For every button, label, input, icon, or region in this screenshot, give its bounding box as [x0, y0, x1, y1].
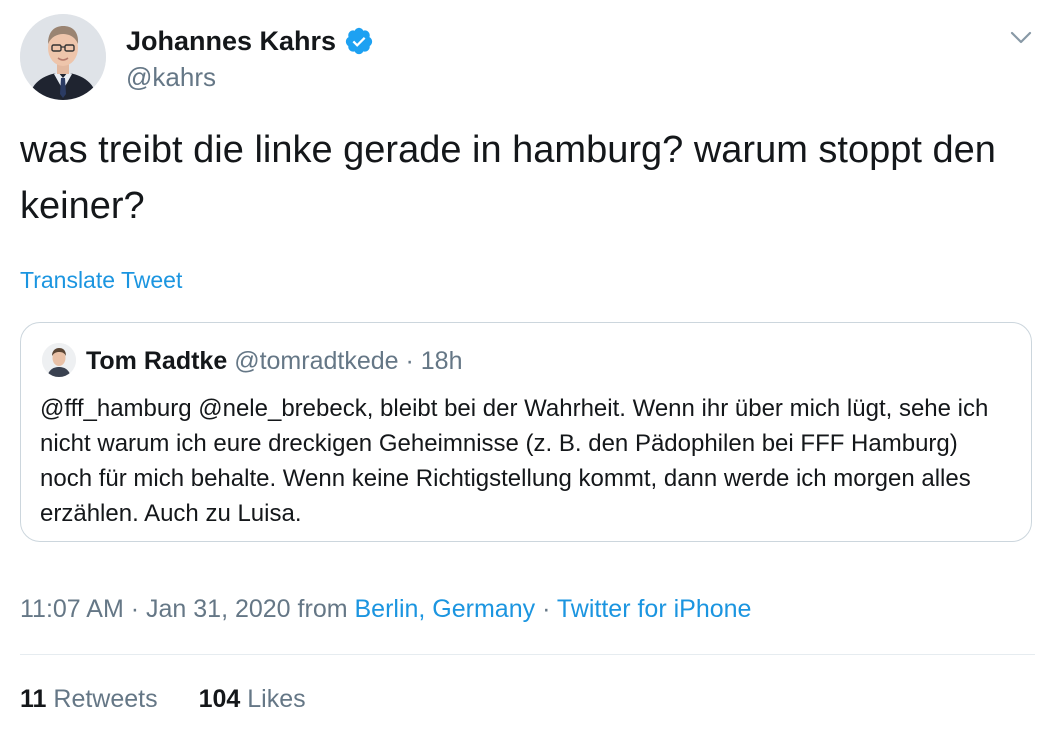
quoted-author-handle: @tomradtkede — [234, 347, 399, 375]
location-link[interactable]: Berlin, Germany — [355, 595, 536, 623]
meta-separator: · — [130, 595, 140, 623]
likes-stat[interactable]: 104 Likes — [199, 683, 306, 715]
retweets-count: 11 — [20, 685, 47, 713]
quoted-tweet-text: @fff_hamburg @nele_brebeck, bleibt bei d… — [40, 395, 989, 527]
retweets-stat[interactable]: 11 Retweets — [20, 683, 158, 715]
author-name-text[interactable]: Johannes Kahrs — [126, 24, 336, 58]
quoted-author-avatar — [42, 343, 76, 377]
chevron-down-icon[interactable] — [1008, 26, 1034, 48]
tweet-text: was treibt die linke gerade in hamburg? … — [20, 129, 996, 227]
tweet-date[interactable]: Jan 31, 2020 — [146, 595, 291, 623]
quoted-tweet-header: Tom Radtke @tomradtkede · 18h — [86, 345, 462, 377]
quoted-author-name: Tom Radtke — [86, 347, 228, 375]
source-link[interactable]: Twitter for iPhone — [557, 595, 752, 623]
tweet-meta: 11:07 AM · Jan 31, 2020 from Berlin, Ger… — [20, 593, 751, 625]
likes-count: 104 — [198, 685, 241, 713]
verified-badge-icon — [344, 26, 374, 56]
author-avatar[interactable] — [20, 14, 106, 100]
quoted-separator: · — [405, 347, 414, 375]
author-name[interactable]: Johannes Kahrs — [126, 24, 374, 58]
divider — [20, 654, 1035, 655]
tweet-card: Johannes Kahrs @kahrs was treibt die lin… — [0, 0, 1050, 740]
from-label: from — [297, 595, 348, 623]
meta-separator-2: · — [542, 595, 551, 623]
retweets-label: Retweets — [53, 685, 158, 713]
quoted-tweet-time: 18h — [420, 347, 463, 375]
translate-tweet-link[interactable]: Translate Tweet — [20, 265, 182, 295]
quoted-tweet[interactable]: Tom Radtke @tomradtkede · 18h @fff_hambu… — [20, 322, 1032, 542]
tweet-stats: 11 Retweets 104 Likes — [20, 683, 306, 715]
likes-label: Likes — [247, 685, 306, 713]
tweet-time[interactable]: 11:07 AM — [20, 595, 124, 623]
author-handle[interactable]: @kahrs — [126, 60, 216, 94]
